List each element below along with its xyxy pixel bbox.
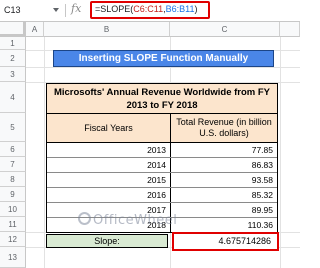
revenue-cell[interactable]: 110.36 [171,218,277,232]
fx-icon: fx [71,2,82,15]
row-header-8[interactable]: 8 [0,172,26,187]
gridline [26,67,300,68]
select-all-corner[interactable] [0,22,26,37]
header-fiscal-years[interactable]: Fiscal Years [47,114,171,142]
gridline [44,37,45,268]
column-header-a[interactable]: A [26,22,44,37]
formula-bar-divider [65,4,66,17]
slope-label-cell[interactable]: Slope: [46,234,168,248]
row-header-2[interactable]: 2 [0,50,26,67]
row-header-11[interactable]: 11 [0,217,26,232]
year-cell[interactable]: 2013 [47,143,171,157]
column-header-c[interactable]: C [170,22,280,37]
table-header-row: Fiscal Years Total Revenue (in billion U… [47,114,277,143]
slope-result-cell[interactable]: 4.675714286 [172,232,279,251]
row-header-1[interactable]: 1 [0,37,26,50]
title-cell[interactable]: Inserting SLOPE Function Manually [53,50,274,67]
revenue-cell[interactable]: 89.95 [171,203,277,217]
year-cell[interactable]: 2014 [47,158,171,172]
row-header-5[interactable]: 5 [0,113,26,142]
watermark: OfficeWheel [93,213,178,228]
formula-bar: C13 fx =SLOPE(C6:C11,B6:B11) [0,0,300,22]
formula-suffix: ) [194,4,198,14]
year-cell[interactable]: 2015 [47,173,171,187]
revenue-cell[interactable]: 85.32 [171,188,277,202]
row-header-7[interactable]: 7 [0,157,26,172]
cell-reference: C13 [4,5,21,15]
formula-prefix: =SLOPE( [95,4,134,14]
table-row: 2015 93.58 [47,173,277,188]
table-caption[interactable]: Microsofts' Annual Revenue Worldwide fro… [47,84,277,114]
chevron-down-icon[interactable] [53,8,59,12]
column-header-b[interactable]: B [44,22,170,37]
table-row: 2016 85.32 [47,188,277,203]
revenue-cell[interactable]: 93.58 [171,173,277,187]
formula-range-revenue: C6:C11 [133,4,164,14]
row-header-3[interactable]: 3 [0,67,26,82]
row-header-6[interactable]: 6 [0,142,26,157]
table-row: 2013 77.85 [47,143,277,158]
revenue-cell[interactable]: 86.83 [171,158,277,172]
row-header-4[interactable]: 4 [0,82,26,113]
row-header-10[interactable]: 10 [0,202,26,217]
formula-range-years: B6:B11 [165,4,195,14]
table-row: 2014 86.83 [47,158,277,173]
row-header-12[interactable]: 12 [0,232,26,247]
revenue-table: Microsofts' Annual Revenue Worldwide fro… [46,83,278,233]
row-header-13[interactable]: 13 [0,247,26,268]
year-cell[interactable]: 2016 [47,188,171,202]
column-header-d[interactable] [280,22,300,37]
row-header-9[interactable]: 9 [0,187,26,202]
officewheel-logo-icon [78,212,91,225]
header-total-revenue[interactable]: Total Revenue (in billion U.S. dollars) [171,114,277,142]
gridline [280,37,281,268]
formula-input[interactable]: =SLOPE(C6:C11,B6:B11) [95,4,198,14]
revenue-cell[interactable]: 77.85 [171,143,277,157]
